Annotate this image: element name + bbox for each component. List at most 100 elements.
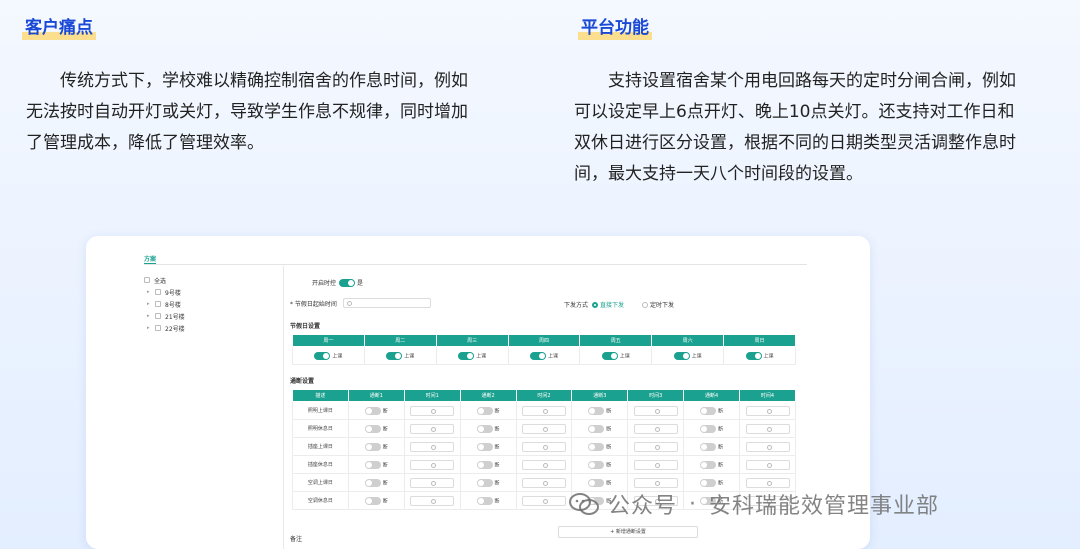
time-input[interactable] (633, 459, 678, 470)
class-day-toggle[interactable] (314, 351, 331, 360)
panel-divider (283, 266, 284, 549)
schedule-header: 描述 (292, 389, 349, 402)
weekday-cell: 上课 (651, 346, 725, 365)
switch-toggle[interactable] (476, 496, 493, 505)
wechat-icon (569, 493, 599, 515)
feature-line-1: 支持设置宿舍某个用电回路每天的定时分闸合闸，例如 (608, 71, 1016, 91)
time-input[interactable] (410, 405, 455, 416)
class-day-toggle[interactable] (386, 351, 403, 360)
radio-direct-issue[interactable] (592, 301, 599, 308)
festival-start-row: * 节假日起始时间 (290, 298, 431, 308)
caret-right-icon[interactable]: ▸ (147, 325, 155, 331)
time-input[interactable] (745, 441, 790, 452)
switch-toggle[interactable] (364, 496, 381, 505)
schedule-time-cell (515, 419, 573, 438)
class-day-toggle[interactable] (529, 351, 546, 360)
add-schedule-button[interactable]: + 新增通断设置 (558, 526, 698, 538)
schedule-switch-cell: 断 (459, 419, 517, 438)
time-input[interactable] (521, 477, 566, 488)
time-input[interactable] (521, 405, 566, 416)
schedule-time-cell (403, 419, 461, 438)
switch-toggle[interactable] (588, 424, 605, 433)
schedule-time-cell (515, 455, 573, 474)
switch-toggle[interactable] (476, 478, 493, 487)
schedule-time-cell (515, 437, 573, 456)
tree-item-building[interactable]: ▸ 22号楼 (144, 322, 185, 334)
schedule-time-cell (403, 491, 461, 510)
switch-toggle[interactable] (364, 424, 381, 433)
time-input[interactable] (745, 477, 790, 488)
time-input[interactable] (410, 423, 455, 434)
switch-toggle[interactable] (588, 442, 605, 451)
class-day-toggle[interactable] (458, 351, 475, 360)
time-input[interactable] (633, 423, 678, 434)
clock-icon (766, 426, 772, 432)
weekday-cell: 上课 (292, 346, 365, 365)
switch-toggle[interactable] (364, 406, 381, 415)
switch-toggle[interactable] (700, 460, 717, 469)
time-input[interactable] (410, 495, 455, 506)
switch-toggle[interactable] (364, 460, 381, 469)
holiday-header-row: 周一 周二 周三 周四 周五 周六 周日 (292, 334, 796, 347)
checkbox[interactable] (155, 301, 161, 307)
switch-toggle[interactable] (700, 406, 717, 415)
time-input[interactable] (410, 459, 455, 470)
schedule-row-label: 照明上课日 (292, 401, 349, 420)
class-day-toggle[interactable] (673, 351, 690, 360)
caret-right-icon[interactable]: ▸ (147, 313, 155, 319)
switch-toggle[interactable] (588, 406, 605, 415)
clock-icon (346, 301, 352, 306)
switch-toggle[interactable] (700, 442, 717, 451)
schedule-switch-cell: 断 (347, 401, 405, 420)
clock-icon (542, 444, 548, 450)
checkbox[interactable] (155, 313, 161, 319)
time-input[interactable] (521, 495, 566, 506)
weekday-cell: 上课 (507, 346, 581, 365)
switch-toggle[interactable] (364, 442, 381, 451)
enable-timer-toggle[interactable] (339, 278, 356, 287)
clock-icon (654, 480, 660, 486)
clock-icon (431, 498, 437, 504)
switch-toggle[interactable] (588, 478, 605, 487)
switch-toggle[interactable] (476, 406, 493, 415)
time-input[interactable] (410, 441, 455, 452)
class-day-toggle[interactable] (745, 351, 762, 360)
switch-toggle[interactable] (700, 424, 717, 433)
schedule-switch-cell: 断 (571, 455, 629, 474)
time-input[interactable] (521, 423, 566, 434)
checkbox[interactable] (144, 277, 150, 283)
time-input[interactable] (521, 459, 566, 470)
checkbox[interactable] (155, 289, 161, 295)
tab-active-indicator (144, 263, 156, 264)
checkbox[interactable] (155, 325, 161, 331)
time-input[interactable] (745, 405, 790, 416)
time-input[interactable] (633, 477, 678, 488)
time-input[interactable] (410, 477, 455, 488)
caret-right-icon[interactable]: ▸ (147, 301, 155, 307)
switch-toggle[interactable] (364, 478, 381, 487)
schedule-row-label: 插座休息日 (292, 455, 349, 474)
switch-toggle[interactable] (700, 478, 717, 487)
schedule-header: 时间1 (403, 389, 461, 402)
time-input[interactable] (633, 405, 678, 416)
time-input[interactable] (633, 441, 678, 452)
class-day-toggle[interactable] (601, 351, 618, 360)
wechat-watermark: 公众号 · 安科瑞能效管理事业部 (568, 488, 939, 520)
time-input[interactable] (745, 459, 790, 470)
festival-start-time-input[interactable] (342, 298, 431, 308)
tree-item-building[interactable]: ▸ 9号楼 (144, 286, 185, 298)
tab-plan[interactable]: 方案 (144, 254, 156, 263)
time-input[interactable] (745, 423, 790, 434)
schedule-switch-cell: 断 (571, 437, 629, 456)
caret-right-icon[interactable]: ▸ (147, 289, 155, 295)
switch-toggle[interactable] (476, 460, 493, 469)
time-input[interactable] (521, 441, 566, 452)
tree-item-building[interactable]: ▸ 8号楼 (144, 298, 185, 310)
tree-select-all[interactable]: 全选 (144, 274, 185, 286)
switch-toggle[interactable] (588, 460, 605, 469)
switch-toggle[interactable] (476, 424, 493, 433)
radio-scheduled-issue[interactable] (642, 301, 649, 308)
tree-item-building[interactable]: ▸ 21号楼 (144, 310, 185, 322)
switch-toggle[interactable] (476, 442, 493, 451)
clock-icon (654, 462, 660, 468)
